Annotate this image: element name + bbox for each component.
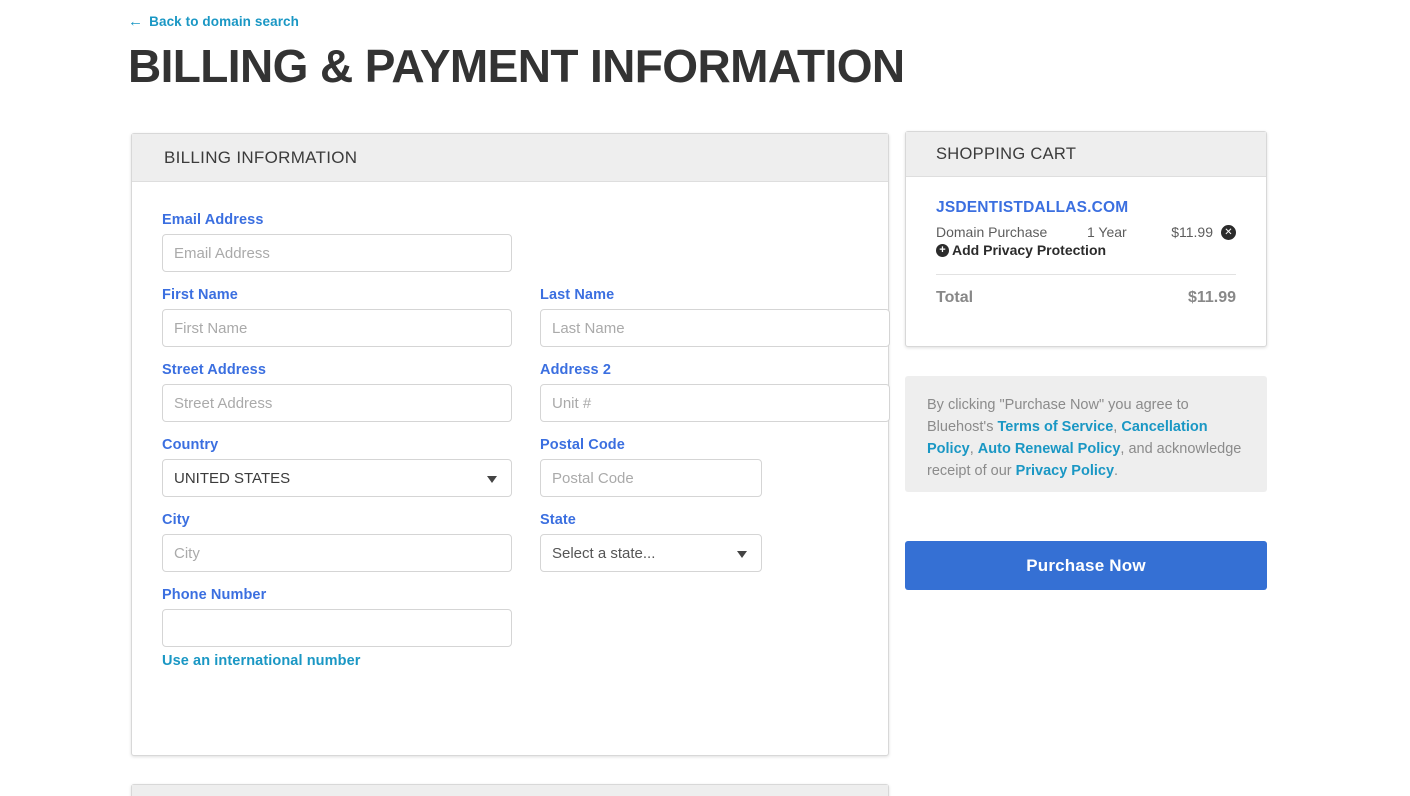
state-label: State bbox=[540, 512, 576, 528]
address2-field[interactable] bbox=[540, 384, 890, 422]
postal-code-field[interactable] bbox=[540, 459, 762, 497]
field-state: State Select a state... bbox=[540, 512, 858, 572]
city-label: City bbox=[162, 512, 190, 528]
privacy-policy-link[interactable]: Privacy Policy bbox=[1016, 463, 1114, 479]
form-row-city-state: City State Select a state... bbox=[148, 512, 872, 587]
purchase-now-button[interactable]: Purchase Now bbox=[905, 541, 1267, 590]
country-label: Country bbox=[162, 437, 219, 453]
chevron-down-icon bbox=[737, 551, 747, 558]
last-name-field[interactable] bbox=[540, 309, 890, 347]
street-address-field[interactable] bbox=[162, 384, 512, 422]
cart-item-row: Domain Purchase 1 Year $11.99 ✕ bbox=[936, 224, 1236, 240]
billing-form: Email Address First Name Last Name bbox=[132, 182, 890, 685]
terms-text-3: . bbox=[1114, 463, 1119, 479]
payment-card-header bbox=[132, 785, 888, 796]
field-postal-code: Postal Code bbox=[540, 437, 858, 497]
cart-divider bbox=[936, 274, 1236, 275]
postal-code-label: Postal Code bbox=[540, 437, 625, 453]
form-row-country-postal: Country UNITED STATES Postal Code bbox=[148, 437, 872, 512]
terms-of-service-link[interactable]: Terms of Service bbox=[997, 419, 1113, 435]
field-address2: Address 2 bbox=[540, 362, 890, 422]
billing-information-card: BILLING INFORMATION Email Address First … bbox=[131, 133, 890, 756]
terms-disclaimer: By clicking "Purchase Now" you agree to … bbox=[905, 376, 1267, 492]
street-address-label: Street Address bbox=[162, 362, 267, 378]
state-selected-value: Select a state... bbox=[552, 544, 656, 562]
back-link-label: Back to domain search bbox=[149, 14, 300, 29]
field-phone-number: Phone Number Use an international number bbox=[162, 587, 512, 670]
form-row-address: Street Address Address 2 bbox=[148, 362, 890, 437]
shopping-cart-card: SHOPPING CART JSDENTISTDALLAS.COM Domain… bbox=[905, 131, 1267, 347]
field-street-address: Street Address bbox=[162, 362, 512, 422]
state-select[interactable]: Select a state... bbox=[540, 534, 762, 572]
phone-number-field[interactable] bbox=[162, 609, 512, 647]
city-field[interactable] bbox=[162, 534, 512, 572]
cart-item-term: 1 Year bbox=[1087, 224, 1127, 240]
cart-domain-link[interactable]: JSDENTISTDALLAS.COM bbox=[936, 199, 1236, 217]
use-international-number-link[interactable]: Use an international number bbox=[162, 653, 361, 669]
auto-renewal-policy-link[interactable]: Auto Renewal Policy bbox=[978, 441, 1121, 457]
last-name-label: Last Name bbox=[540, 287, 615, 303]
phone-number-label: Phone Number bbox=[162, 587, 267, 603]
field-first-name: First Name bbox=[162, 287, 512, 347]
email-field[interactable] bbox=[162, 234, 512, 272]
billing-card-header: BILLING INFORMATION bbox=[132, 134, 888, 182]
add-privacy-protection-link[interactable]: + Add Privacy Protection bbox=[936, 242, 1236, 258]
country-select[interactable]: UNITED STATES bbox=[162, 459, 512, 497]
billing-payment-page: ← Back to domain search BILLING & PAYMEN… bbox=[0, 0, 1410, 796]
back-to-domain-search-link[interactable]: ← Back to domain search bbox=[128, 14, 299, 29]
cart-total-label: Total bbox=[936, 289, 974, 306]
shopping-cart-header: SHOPPING CART bbox=[906, 132, 1266, 177]
first-name-label: First Name bbox=[162, 287, 238, 303]
email-label: Email Address bbox=[162, 212, 264, 228]
form-row-phone: Phone Number Use an international number bbox=[148, 587, 872, 685]
field-last-name: Last Name bbox=[540, 287, 890, 347]
terms-sep-2: , bbox=[969, 441, 978, 457]
cart-total-value: $11.99 bbox=[1187, 289, 1236, 306]
payment-information-card bbox=[131, 784, 889, 796]
shopping-cart-body: JSDENTISTDALLAS.COM Domain Purchase 1 Ye… bbox=[906, 177, 1266, 325]
field-country: Country UNITED STATES bbox=[162, 437, 512, 497]
chevron-down-icon bbox=[487, 476, 497, 483]
cart-item-description: Domain Purchase bbox=[936, 224, 1048, 240]
add-privacy-protection-label: Add Privacy Protection bbox=[952, 242, 1107, 258]
arrow-left-icon: ← bbox=[128, 13, 144, 30]
form-row-name: First Name Last Name bbox=[148, 287, 890, 362]
form-row-email: Email Address bbox=[148, 212, 872, 287]
first-name-field[interactable] bbox=[162, 309, 512, 347]
address2-label: Address 2 bbox=[540, 362, 612, 378]
field-email: Email Address bbox=[162, 212, 512, 272]
field-city: City bbox=[162, 512, 512, 572]
page-title: BILLING & PAYMENT INFORMATION bbox=[128, 40, 905, 92]
close-circle-icon[interactable]: ✕ bbox=[1221, 224, 1236, 240]
country-selected-value: UNITED STATES bbox=[174, 469, 291, 487]
plus-circle-icon: + bbox=[936, 243, 949, 257]
cart-total-row: Total $11.99 bbox=[936, 289, 1236, 307]
cart-item-price: $11.99 bbox=[1171, 224, 1213, 240]
